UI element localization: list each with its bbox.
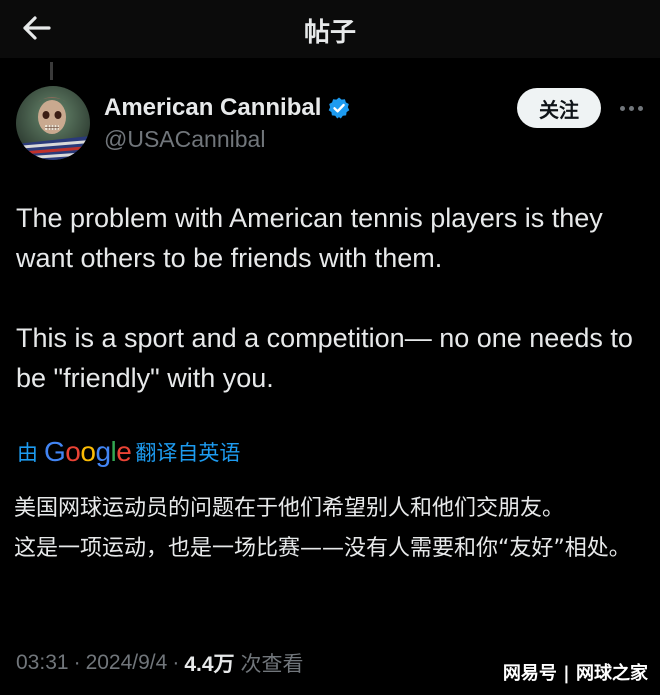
- more-options-button[interactable]: [616, 96, 646, 120]
- avatar-image: [16, 86, 90, 160]
- page-title: 帖子: [303, 18, 356, 48]
- tweet-meta: 03:31 · 2024/9/4 · 4.4万 次查看: [16, 648, 304, 678]
- meta-separator: ·: [73, 651, 81, 674]
- meta-separator: ·: [172, 651, 180, 674]
- source-watermark: 网易号 | 网球之家: [502, 663, 648, 684]
- tweet-body: The problem with American tennis players…: [16, 198, 648, 398]
- translated-text: 美国网球运动员的问题在于他们希望别人和他们交朋友。 这是一项运动，也是一场比赛—…: [14, 491, 654, 567]
- follow-button[interactable]: 关注: [517, 88, 601, 128]
- translate-suffix: 翻译自英语: [135, 441, 241, 465]
- more-horizontal-icon: [619, 105, 625, 111]
- translate-prefix: 由: [17, 441, 38, 465]
- author-display-name[interactable]: American Cannibal: [104, 94, 321, 122]
- author-handle[interactable]: @USACannibal: [104, 126, 265, 153]
- author-name-row: American Cannibal: [104, 94, 351, 122]
- tweet-time[interactable]: 03:31: [16, 651, 69, 675]
- more-horizontal-icon: [628, 105, 634, 111]
- google-logo-icon: Google: [44, 436, 132, 467]
- top-bar: 帖子: [0, 0, 660, 58]
- tweet-paragraph: This is a sport and a competition— no on…: [16, 323, 633, 393]
- tweet-paragraph: The problem with American tennis players…: [16, 203, 603, 273]
- verified-badge-icon[interactable]: [327, 96, 351, 120]
- translated-paragraph: 美国网球运动员的问题在于他们希望别人和他们交朋友。: [14, 496, 565, 521]
- more-horizontal-icon: [637, 105, 643, 111]
- translated-by-google-link[interactable]: 由 Google 翻译自英语: [17, 436, 240, 468]
- thread-connector-line: [50, 62, 53, 80]
- translated-paragraph: 这是一项运动，也是一场比赛——没有人需要和你“友好”相处。: [14, 536, 631, 561]
- views-label: 次查看: [240, 652, 304, 676]
- views-count[interactable]: 4.4万: [184, 648, 234, 678]
- tweet-date[interactable]: 2024/9/4: [86, 651, 168, 675]
- author-avatar[interactable]: [16, 86, 90, 160]
